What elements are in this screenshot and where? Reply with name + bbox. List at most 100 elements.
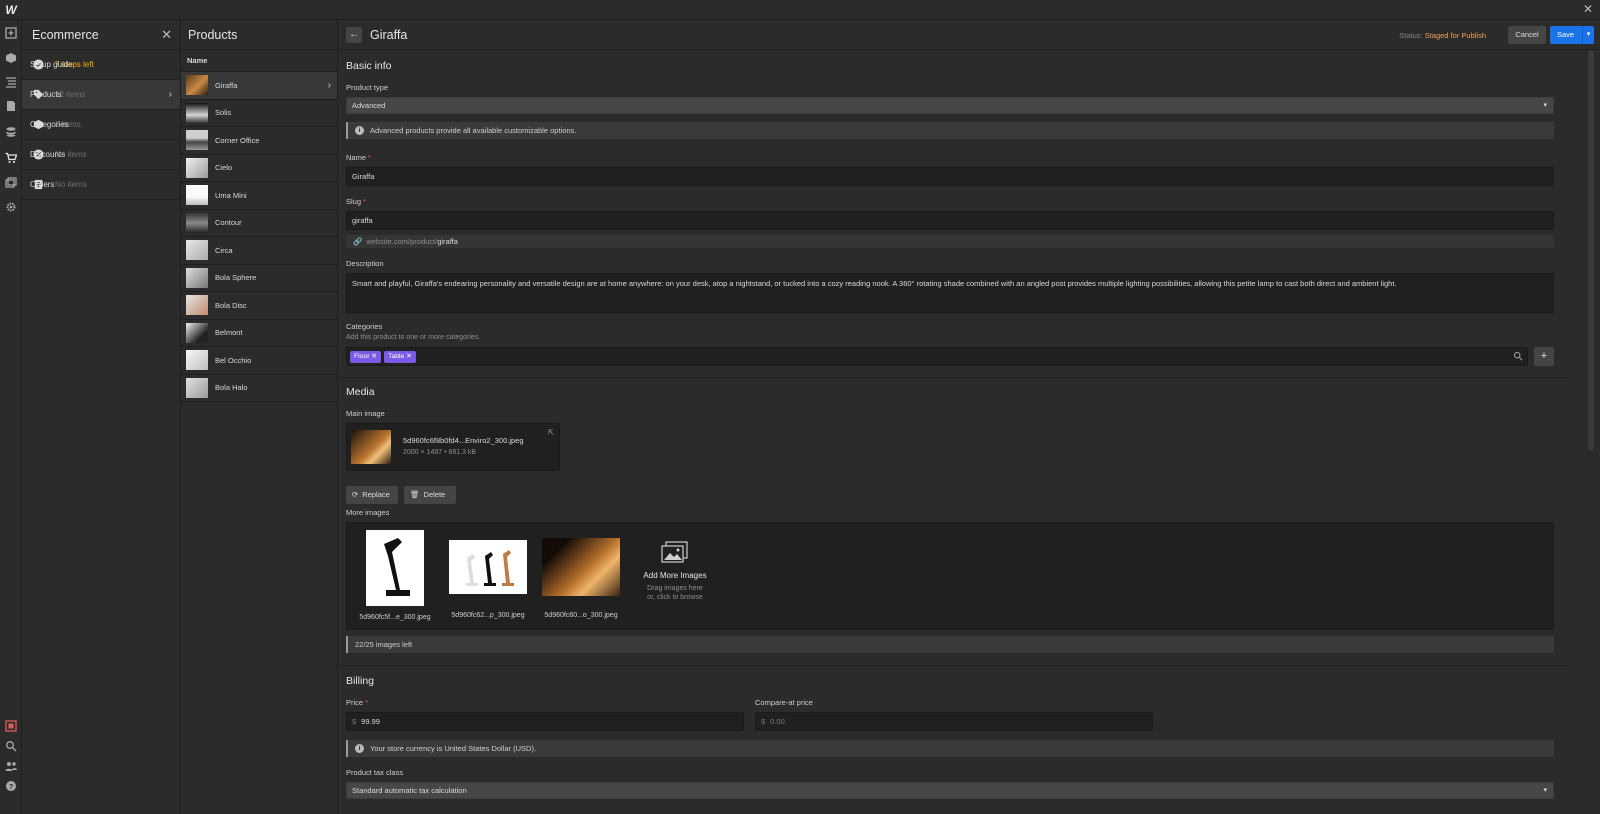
nav-label: Products <box>30 90 62 99</box>
chevron-down-icon[interactable]: ▾ <box>1582 26 1594 44</box>
categories-label: Categories <box>346 322 383 331</box>
product-row[interactable]: Circa <box>181 237 337 265</box>
delete-button[interactable]: 🗑 Delete <box>404 486 456 504</box>
gallery-item[interactable]: 5d960fc5f...e_300.jpeg <box>357 530 433 621</box>
required-asterisk: * <box>368 153 371 162</box>
nav-setup-guide[interactable]: Setup guide 7 steps left <box>22 50 180 80</box>
webflow-logo[interactable]: W <box>4 3 18 17</box>
product-row[interactable]: Cielo <box>181 155 337 182</box>
slug-url-value: giraffa <box>437 237 458 246</box>
product-type-select[interactable]: Advanced ▾ <box>346 97 1554 114</box>
more-images-label: More images <box>346 508 390 517</box>
assets-icon[interactable] <box>4 176 18 190</box>
slug-field[interactable]: giraffa <box>346 211 1554 230</box>
product-thumbnail <box>186 267 208 288</box>
categories-input[interactable]: Floor ✕ Table ✕ <box>346 347 1528 366</box>
product-row[interactable]: Contour <box>181 210 337 237</box>
section-heading-media: Media <box>346 386 375 398</box>
price-field[interactable]: $99.99 <box>346 712 744 731</box>
slug-url-preview: 🔗 website.com/product/giraffa <box>346 235 1554 248</box>
add-more-images-dropzone[interactable]: Add More Images Drag images here or, cli… <box>635 541 715 601</box>
save-label: Save <box>1557 30 1575 39</box>
product-name: Bola Disc <box>215 300 247 310</box>
product-row[interactable]: Bel Occhio <box>181 347 337 375</box>
product-thumbnail <box>186 295 208 316</box>
section-heading-basic-info: Basic info <box>346 60 392 72</box>
description-textarea[interactable]: Smart and playful, Giraffa's endearing p… <box>346 273 1554 313</box>
nav-products[interactable]: Products 12 items › <box>22 80 180 110</box>
column-header-name[interactable]: Name <box>181 50 337 72</box>
product-row-giraffa[interactable]: Giraffa › <box>181 72 337 100</box>
gallery-caption: 5d960fc62...p_300.jpeg <box>451 612 525 619</box>
name-field[interactable]: Giraffa <box>346 167 1554 186</box>
search-icon[interactable] <box>1513 351 1523 363</box>
product-name: Giraffa <box>215 80 238 90</box>
main-image-label: Main image <box>346 409 385 418</box>
section-divider <box>338 377 1568 378</box>
product-name: Uma Mini <box>215 190 247 200</box>
gallery-caption: 5d960fc5f...e_300.jpeg <box>359 614 431 621</box>
nav-categories[interactable]: Categories 3 items <box>22 110 180 140</box>
nav-discounts[interactable]: Discounts No items <box>22 140 180 170</box>
record-icon[interactable] <box>4 719 18 733</box>
product-row[interactable]: Bola Sphere <box>181 265 337 292</box>
pages-icon[interactable] <box>4 99 18 113</box>
cancel-button[interactable]: Cancel <box>1508 26 1546 44</box>
main-image-card[interactable]: 5d960fc6f8b0fd4...Enviro2_300.jpeg 2000 … <box>346 423 560 471</box>
gallery-item[interactable]: 5d960fc60...o_300.jpeg <box>541 538 621 619</box>
ecommerce-icon[interactable] <box>4 151 18 165</box>
product-row[interactable]: Bola Disc <box>181 292 337 320</box>
product-row[interactable]: Uma Mini <box>181 182 337 210</box>
gallery-thumbnail <box>449 540 527 594</box>
remove-tag-icon[interactable]: ✕ <box>371 353 377 360</box>
compare-price-field[interactable]: $0.00 <box>755 712 1153 731</box>
nav-orders[interactable]: Orders No items <box>22 170 180 200</box>
name-label: Name * <box>346 153 371 162</box>
note-text: Your store currency is United States Dol… <box>370 744 537 753</box>
back-button[interactable]: ← <box>346 27 362 43</box>
users-icon[interactable] <box>4 759 18 773</box>
close-icon[interactable]: ✕ <box>161 28 172 41</box>
button-label: Replace <box>362 490 390 499</box>
product-row[interactable]: Solis <box>181 100 337 127</box>
product-row[interactable]: Bola Halo <box>181 375 337 402</box>
currency-note: i Your store currency is United States D… <box>346 740 1554 757</box>
product-name: Belmont <box>215 328 243 338</box>
currency-symbol: $ <box>352 717 357 726</box>
gallery-caption: 5d960fc60...o_300.jpeg <box>544 612 618 619</box>
cube-icon[interactable] <box>4 51 18 65</box>
replace-button[interactable]: ⟳ Replace <box>346 486 398 504</box>
search-icon[interactable] <box>4 739 18 753</box>
categories-help: Add this product to one or more categori… <box>346 334 481 341</box>
add-category-button[interactable]: + <box>1534 347 1554 366</box>
scrollbar[interactable] <box>1588 50 1594 450</box>
chevron-right-icon: › <box>168 89 172 100</box>
save-button[interactable]: Save ▾ <box>1550 26 1594 44</box>
nav-label: Categories <box>30 120 69 129</box>
help-icon[interactable]: ? <box>4 779 18 793</box>
product-type-note: i Advanced products provide all availabl… <box>346 122 1554 139</box>
product-thumbnail <box>186 185 208 206</box>
cms-icon[interactable] <box>4 125 18 139</box>
trash-icon: 🗑 <box>410 490 420 499</box>
product-row[interactable]: Corner Office <box>181 127 337 155</box>
main-image-thumbnail <box>351 430 391 464</box>
product-thumbnail <box>186 212 208 233</box>
product-name: Contour <box>215 218 242 228</box>
chevron-down-icon: ▾ <box>1543 102 1547 109</box>
compare-price-placeholder: 0.00 <box>770 717 785 726</box>
nav-count: No items <box>55 180 87 189</box>
close-icon[interactable]: ✕ <box>1582 3 1594 15</box>
section-divider <box>338 665 1568 666</box>
tax-class-label: Product tax class <box>346 768 404 777</box>
gallery-item[interactable]: 5d960fc62...p_300.jpeg <box>447 540 529 619</box>
info-icon: i <box>355 744 364 753</box>
remove-tag-icon[interactable]: ✕ <box>406 353 412 360</box>
product-thumbnail <box>186 102 208 123</box>
tax-class-select[interactable]: Standard automatic tax calculation ▾ <box>346 782 1554 799</box>
product-row[interactable]: Belmont <box>181 320 337 347</box>
add-panel-icon[interactable] <box>4 26 18 40</box>
navigator-icon[interactable] <box>4 75 18 89</box>
open-external-icon[interactable]: ⇱ <box>548 428 554 437</box>
settings-icon[interactable] <box>4 200 18 214</box>
